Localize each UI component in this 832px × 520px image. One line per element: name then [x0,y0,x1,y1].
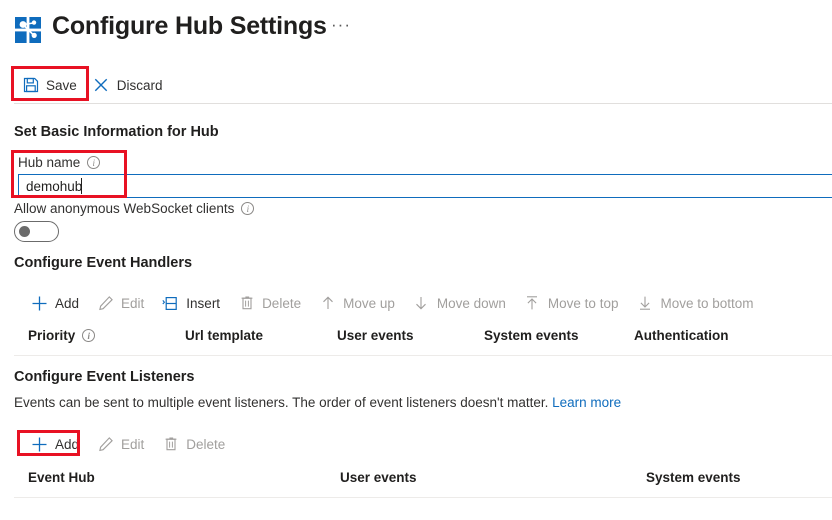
allow-anonymous-label-text: Allow anonymous WebSocket clients [14,201,235,216]
page-title: Configure Hub Settings [52,12,327,40]
plus-icon [31,436,48,453]
hub-name-input[interactable] [18,174,832,198]
column-header-listener-system-events: System events [646,470,741,485]
hub-name-label: Hub name i [18,155,101,170]
handlers-add-button[interactable]: Add [22,287,88,319]
listeners-edit-label: Edit [121,436,145,452]
insert-row-icon [162,295,179,312]
listeners-add-label: Add [55,436,80,452]
close-icon [93,77,110,94]
handlers-move-up-label: Move up [343,295,395,311]
hub-name-label-text: Hub name [18,155,81,170]
learn-more-link[interactable]: Learn more [552,395,621,410]
handlers-add-label: Add [55,295,80,311]
arrow-up-icon [319,295,336,312]
save-button[interactable]: Save [14,69,85,101]
handlers-insert-label: Insert [186,295,221,311]
column-header-user-events: User events [337,328,414,343]
column-header-listener-user-events: User events [340,470,417,485]
more-options-button[interactable]: ··· [330,16,352,39]
column-header-event-hub: Event Hub [28,470,95,485]
basic-info-section-title: Set Basic Information for Hub [14,124,219,140]
column-header-priority-label: Priority [28,328,76,343]
handlers-move-up-button[interactable]: Move up [310,287,404,319]
event-handlers-section-title: Configure Event Handlers [14,255,193,271]
event-listeners-description: Events can be sent to multiple event lis… [14,395,621,410]
pencil-icon [97,295,114,312]
handlers-move-to-top-label: Move to top [547,295,619,311]
allow-anonymous-label: Allow anonymous WebSocket clients i [14,201,255,216]
info-icon[interactable]: i [241,202,255,215]
toggle-knob [19,226,30,237]
info-icon[interactable]: i [82,329,96,342]
command-bar: Save Discard [0,68,832,102]
save-icon [22,77,39,94]
handlers-move-down-button[interactable]: Move down [404,287,515,319]
plus-icon [31,295,48,312]
arrow-down-icon [413,295,430,312]
event-listeners-section-title: Configure Event Listeners [14,369,195,385]
handlers-move-down-label: Move down [436,295,506,311]
handlers-insert-button[interactable]: Insert [153,287,229,319]
trash-icon [162,436,179,453]
trash-icon [238,295,255,312]
column-header-url-template: Url template [185,328,264,343]
listeners-table-divider [14,497,832,498]
text-caret [81,178,82,194]
listeners-edit-button[interactable]: Edit [88,428,153,460]
header-divider [14,103,832,104]
event-handlers-toolbar: Add Edit Insert Delete Move up Move down… [0,288,763,318]
discard-button-label: Discard [116,77,163,93]
listeners-add-button[interactable]: Add [22,428,88,460]
arrow-to-bottom-icon [636,295,653,312]
event-listeners-toolbar: Add Edit Delete [0,429,234,459]
handlers-edit-label: Edit [121,295,145,311]
pencil-icon [97,436,114,453]
column-header-system-events: System events [484,328,579,343]
event-listeners-description-text: Events can be sent to multiple event lis… [14,395,549,410]
listeners-delete-button[interactable]: Delete [153,428,234,460]
web-pubsub-hub-icon [14,16,42,44]
handlers-delete-button[interactable]: Delete [229,287,310,319]
column-header-authentication: Authentication [634,328,729,343]
page-header: Configure Hub Settings ··· [0,0,832,62]
allow-anonymous-toggle[interactable] [14,221,59,242]
handlers-edit-button[interactable]: Edit [88,287,153,319]
save-button-label: Save [46,77,77,93]
handlers-move-to-top-button[interactable]: Move to top [515,287,628,319]
handlers-delete-label: Delete [262,295,302,311]
listeners-delete-label: Delete [186,436,226,452]
handlers-table-divider [14,355,832,356]
column-header-priority: Priority i [28,328,96,343]
arrow-to-top-icon [524,295,541,312]
info-icon[interactable]: i [87,156,101,169]
discard-button[interactable]: Discard [85,69,171,101]
handlers-move-to-bottom-label: Move to bottom [660,295,754,311]
handlers-move-to-bottom-button[interactable]: Move to bottom [627,287,762,319]
